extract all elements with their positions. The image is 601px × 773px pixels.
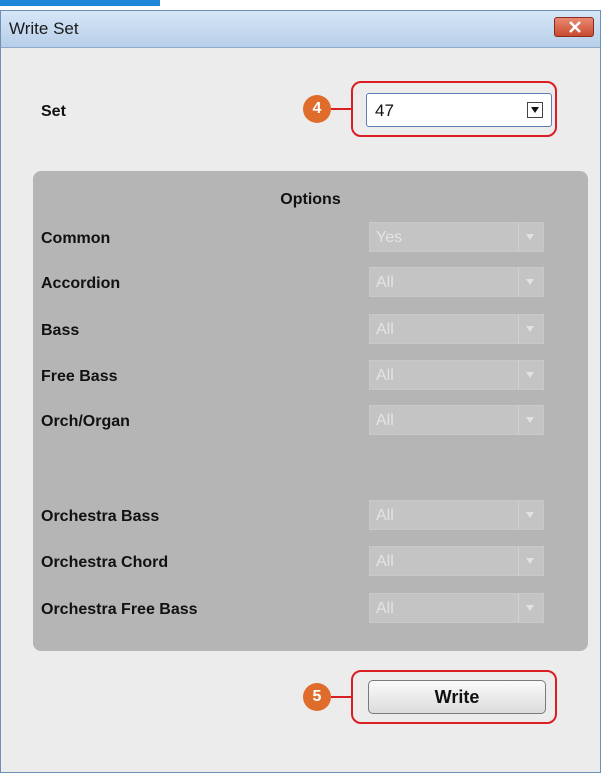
chevron-down-icon xyxy=(518,268,543,296)
chevron-down-icon xyxy=(518,223,543,251)
option-label-orchestra-bass: Orchestra Bass xyxy=(41,508,160,525)
option-select-free-bass: All xyxy=(369,360,544,390)
options-title: Options xyxy=(280,191,341,208)
chevron-down-icon xyxy=(518,594,543,622)
set-label: Set xyxy=(41,103,66,120)
option-select-orchestra-bass: All xyxy=(369,500,544,530)
option-value-free-bass: All xyxy=(376,367,394,384)
option-label-accordion: Accordion xyxy=(41,275,121,292)
window-title: Write Set xyxy=(9,19,79,38)
title-bar: Write Set xyxy=(1,11,600,48)
option-select-accordion: All xyxy=(369,267,544,297)
option-select-orchestra-chord: All xyxy=(369,546,544,576)
callout-badge-write: 5 xyxy=(303,683,331,711)
option-label-free-bass: Free Bass xyxy=(41,368,118,385)
option-label-bass: Bass xyxy=(41,322,80,339)
write-set-dialog: Write Set Set 47 Options Common Yes Acco… xyxy=(0,10,601,773)
option-label-common: Common xyxy=(41,230,111,247)
option-select-orchestra-free-bass: All xyxy=(369,593,544,623)
header-accent xyxy=(0,0,160,6)
close-icon xyxy=(569,21,581,33)
close-button[interactable] xyxy=(554,17,594,37)
option-select-common: Yes xyxy=(369,222,544,252)
option-label-orch-organ: Orch/Organ xyxy=(41,413,130,430)
option-value-bass: All xyxy=(376,321,394,338)
option-value-orchestra-bass: All xyxy=(376,507,394,524)
option-select-orch-organ: All xyxy=(369,405,544,435)
callout-line-write xyxy=(331,696,353,698)
option-value-orchestra-chord: All xyxy=(376,553,394,570)
option-value-orch-organ: All xyxy=(376,412,394,429)
chevron-down-icon xyxy=(518,315,543,343)
option-value-common: Yes xyxy=(376,229,403,246)
page-header-strip xyxy=(0,0,601,8)
option-select-bass: All xyxy=(369,314,544,344)
option-value-orchestra-free-bass: All xyxy=(376,600,394,617)
option-label-orchestra-chord: Orchestra Chord xyxy=(41,554,169,571)
callout-badge-set: 4 xyxy=(303,95,331,123)
options-panel: Options Common Yes Accordion All Bass Al… xyxy=(33,171,588,651)
chevron-down-icon xyxy=(518,361,543,389)
chevron-down-icon xyxy=(518,501,543,529)
option-label-orchestra-free-bass: Orchestra Free Bass xyxy=(41,601,198,618)
callout-ring-set xyxy=(351,81,557,137)
chevron-down-icon xyxy=(518,406,543,434)
chevron-down-icon xyxy=(518,547,543,575)
callout-ring-write xyxy=(351,670,557,724)
option-value-accordion: All xyxy=(376,274,394,291)
callout-line-set xyxy=(331,108,353,110)
